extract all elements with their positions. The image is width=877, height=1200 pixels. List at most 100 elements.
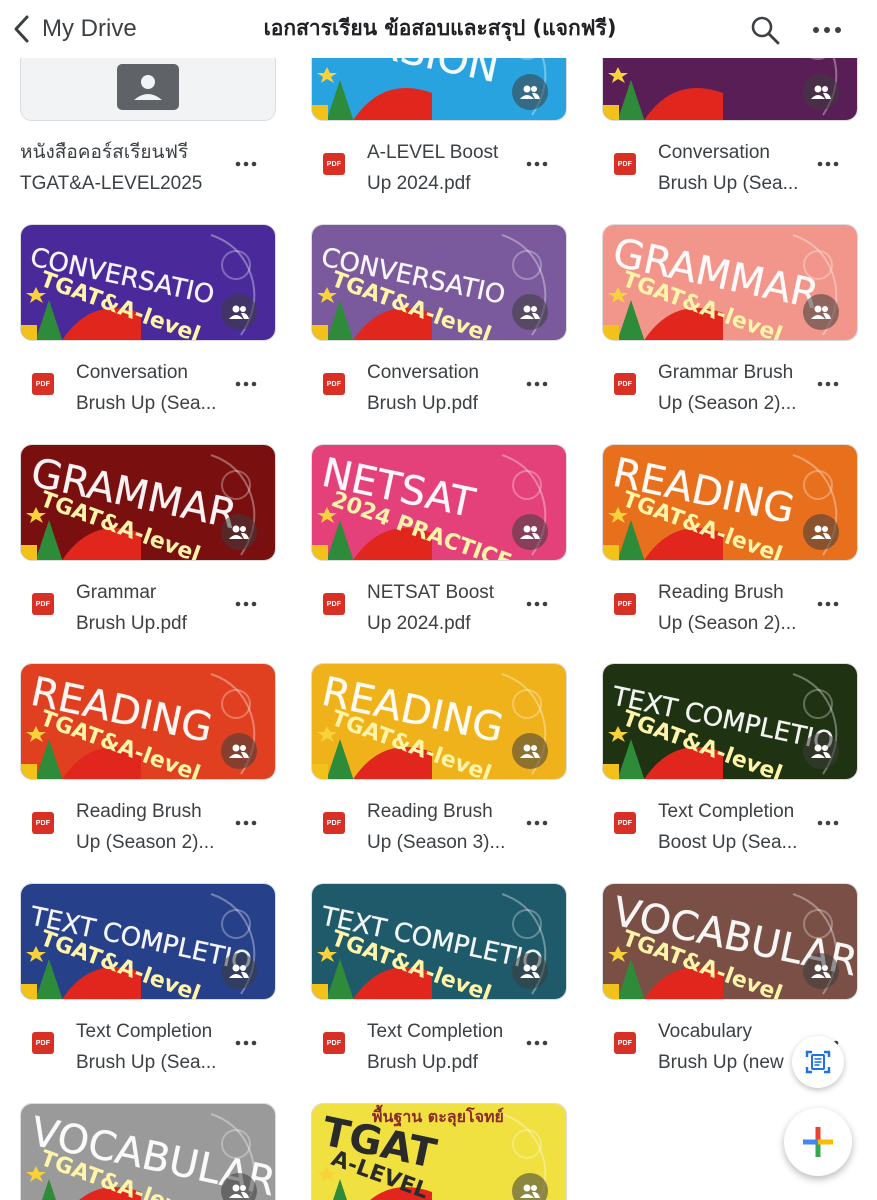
file-name-line2: Brush Up.pdf: [367, 1052, 478, 1073]
back-button[interactable]: My Drive: [10, 10, 137, 48]
file-name-line2: TGAT&A-LEVEL2025: [20, 173, 203, 194]
file-thumbnail[interactable]: GRAMMAR TGAT&A-level: [602, 224, 858, 341]
file-meta: PDF Reading Brush Up (Season 3)...: [311, 790, 567, 854]
file-more-button[interactable]: [228, 812, 264, 834]
search-icon: [751, 16, 780, 45]
file-name-line1: Grammar Brush: [658, 362, 794, 383]
file-name[interactable]: หนังสือคอร์สเรียนฟรี TGAT&A-LEVEL2025: [20, 137, 230, 199]
file-meta: PDF Reading Brush Up (Season 2)...: [20, 790, 276, 854]
shared-badge: [803, 514, 839, 550]
file-meta: PDF NETSAT Boost Up 2024.pdf: [311, 571, 567, 635]
people-icon: [520, 1184, 540, 1198]
scan-button[interactable]: [792, 1036, 844, 1088]
more-horizontal-icon: [235, 1040, 257, 1046]
file-more-button[interactable]: [519, 373, 555, 395]
people-icon: [520, 85, 540, 99]
file-more-button[interactable]: [810, 153, 846, 175]
file-name[interactable]: Text Completion Boost Up (Sea...: [658, 796, 818, 858]
file-name-line2: Up (Season 3)...: [367, 832, 506, 853]
file-more-button[interactable]: [810, 593, 846, 615]
file-name-line1: Reading Brush: [658, 582, 784, 603]
file-more-button[interactable]: [228, 153, 264, 175]
pdf-icon: PDF: [614, 373, 636, 395]
file-more-button[interactable]: [228, 1032, 264, 1054]
file-thumbnail[interactable]: READING TGAT&A-level: [602, 444, 858, 561]
more-horizontal-icon: [526, 820, 548, 826]
shared-badge: [512, 294, 548, 330]
pdf-icon: PDF: [614, 812, 636, 834]
file-name-line2: Brush Up.pdf: [76, 613, 187, 634]
people-icon: [229, 1184, 249, 1198]
file-more-button[interactable]: [810, 373, 846, 395]
people-icon: [520, 525, 540, 539]
shared-badge: [221, 733, 257, 769]
people-icon: [229, 744, 249, 758]
more-horizontal-icon: [235, 820, 257, 826]
file-name[interactable]: A-LEVEL Boost Up 2024.pdf: [367, 137, 527, 199]
file-thumbnail[interactable]: TEXT COMPLETIO TGAT&A-level: [602, 663, 858, 780]
file-name-line2: Up (Season 2)...: [76, 832, 215, 853]
pdf-icon: PDF: [32, 1032, 54, 1054]
people-icon: [811, 964, 831, 978]
file-meta: PDF Grammar Brush Up (Season 2)...: [602, 351, 858, 415]
file-more-button[interactable]: [810, 812, 846, 834]
file-thumbnail[interactable]: READING TGAT&A-level: [311, 663, 567, 780]
file-name[interactable]: Reading Brush Up (Season 2)...: [76, 796, 236, 858]
file-more-button[interactable]: [228, 593, 264, 615]
more-horizontal-icon: [235, 601, 257, 607]
file-name[interactable]: NETSAT Boost Up 2024.pdf: [367, 577, 527, 639]
people-icon: [229, 525, 249, 539]
shared-folder-icon: [117, 64, 179, 110]
file-thumbnail[interactable]: VOCABULAR TGAT&A-level: [20, 1103, 276, 1200]
file-thumbnail[interactable]: พื้นฐาน ตะลุยโจทย์ TGAT A-LEVEL: [311, 1103, 567, 1200]
file-more-button[interactable]: [519, 812, 555, 834]
file-thumbnail[interactable]: VOCABULAR TGAT&A-level: [602, 883, 858, 1000]
shared-badge: [512, 953, 548, 989]
file-name-line1: Grammar: [76, 582, 157, 603]
file-name[interactable]: Conversation Brush Up (Sea...: [658, 137, 818, 199]
file-name[interactable]: Text Completion Brush Up (Sea...: [76, 1016, 236, 1078]
file-thumbnail[interactable]: CONVERSATIO TGAT&A-level: [311, 224, 567, 341]
file-meta: PDF Conversation Brush Up (Sea...: [20, 351, 276, 415]
file-more-button[interactable]: [228, 373, 264, 395]
file-thumbnail[interactable]: NETSAT 2024 PRACTICE: [311, 444, 567, 561]
file-meta: PDF A-LEVEL Boost Up 2024.pdf: [311, 131, 567, 195]
plus-icon: [803, 1127, 833, 1157]
file-name[interactable]: Grammar Brush Up (Season 2)...: [658, 357, 818, 419]
file-more-button[interactable]: [519, 153, 555, 175]
file-name[interactable]: Grammar Brush Up.pdf: [76, 577, 236, 639]
file-name[interactable]: Text Completion Brush Up.pdf: [367, 1016, 527, 1078]
file-thumbnail[interactable]: TEXT COMPLETIO TGAT&A-level: [20, 883, 276, 1000]
file-name-line2: Up 2024.pdf: [367, 613, 471, 634]
file-name-line1: A-LEVEL Boost: [367, 142, 499, 163]
file-thumbnail[interactable]: GRAMMAR TGAT&A-level: [20, 444, 276, 561]
people-icon: [229, 964, 249, 978]
pdf-icon: PDF: [614, 153, 636, 175]
pdf-icon: PDF: [323, 1032, 345, 1054]
file-name-line1: หนังสือคอร์สเรียนฟรี: [20, 142, 189, 163]
file-meta: หนังสือคอร์สเรียนฟรี TGAT&A-LEVEL2025: [20, 131, 276, 195]
file-more-button[interactable]: [519, 1032, 555, 1054]
file-name-line1: Reading Brush: [367, 801, 493, 822]
file-name[interactable]: Reading Brush Up (Season 2)...: [658, 577, 818, 639]
more-options-button[interactable]: [807, 10, 847, 50]
file-thumbnail[interactable]: TEXT COMPLETIO TGAT&A-level: [311, 883, 567, 1000]
file-meta: PDF Text Completion Boost Up (Sea...: [602, 790, 858, 854]
file-grid: หนังสือคอร์สเรียนฟรีTGAT&A-LEVEL2025VERS…: [0, 0, 877, 1200]
file-name[interactable]: Conversation Brush Up.pdf: [367, 357, 527, 419]
shared-badge: [221, 953, 257, 989]
top-bar: My Drive เอกสารเรียน ข้อสอบและสรุป (แจกฟ…: [0, 0, 877, 58]
file-more-button[interactable]: [519, 593, 555, 615]
search-button[interactable]: [745, 10, 785, 50]
new-button[interactable]: [784, 1108, 852, 1176]
file-thumbnail[interactable]: CONVERSATIO TGAT&A-level: [20, 224, 276, 341]
file-name-line1: Text Completion: [76, 1021, 213, 1042]
file-name[interactable]: Reading Brush Up (Season 3)...: [367, 796, 527, 858]
shared-badge: [512, 514, 548, 550]
file-name-line1: Conversation: [367, 362, 479, 383]
file-name-line2: Brush Up.pdf: [367, 393, 478, 414]
people-icon: [520, 964, 540, 978]
scan-document-icon: [805, 1050, 831, 1074]
file-thumbnail[interactable]: READING TGAT&A-level: [20, 663, 276, 780]
file-name[interactable]: Conversation Brush Up (Sea...: [76, 357, 236, 419]
